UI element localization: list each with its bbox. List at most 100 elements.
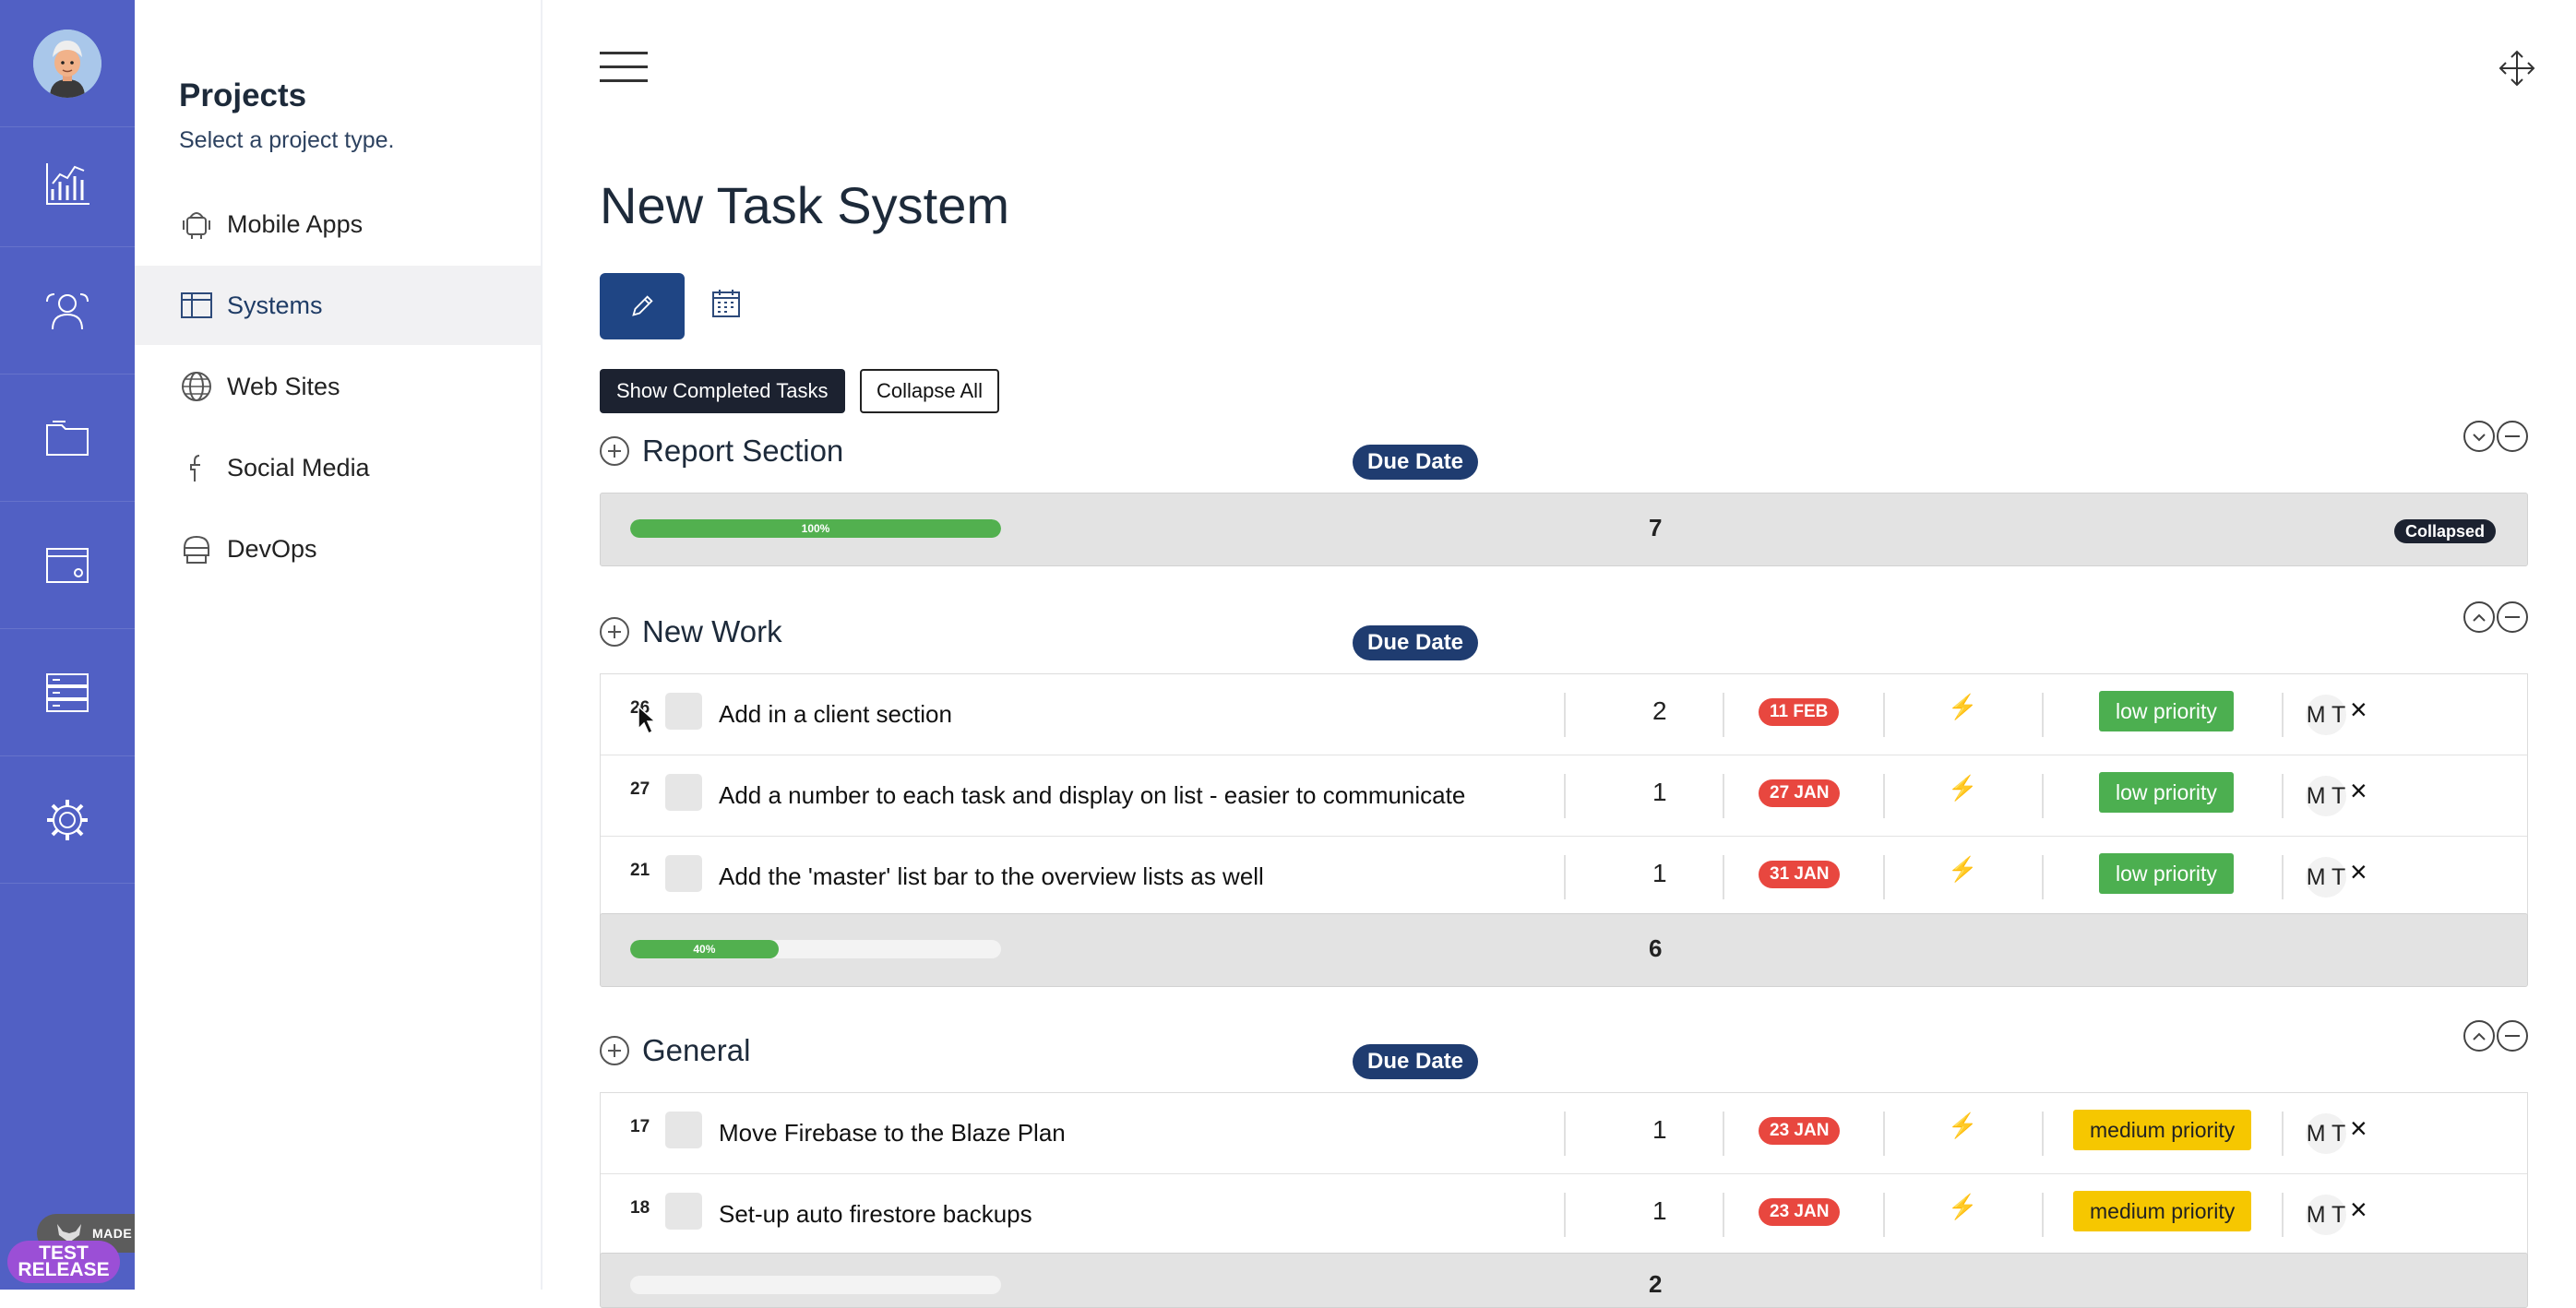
expand-icon[interactable] — [2463, 421, 2495, 452]
task-count: 2 — [1649, 1270, 1663, 1298]
task-row[interactable]: 21 Add the 'master' list bar to the over… — [601, 837, 2527, 918]
collapse-all-button[interactable]: Collapse All — [860, 369, 999, 413]
test-release-badge: TEST RELEASE — [7, 1241, 120, 1283]
task-checkbox[interactable] — [665, 774, 702, 811]
bolt-icon[interactable]: ⚡ — [1948, 1193, 1977, 1221]
assignee-avatar[interactable]: M T — [2306, 857, 2346, 898]
section-header: New Work — [600, 609, 782, 655]
due-date-badge[interactable]: Due Date — [1353, 445, 1479, 480]
task-name[interactable]: Move Firebase to the Blaze Plan — [719, 1119, 1066, 1147]
section-title: New Work — [642, 614, 782, 648]
minimize-icon[interactable] — [2497, 601, 2528, 633]
section-summary-bar[interactable]: 100% 7 Collapsed — [600, 493, 2528, 566]
collapse-icon[interactable] — [2463, 601, 2495, 633]
assignee-avatar[interactable]: M T — [2306, 695, 2346, 735]
project-devops[interactable]: DevOps — [135, 509, 541, 589]
show-completed-button[interactable]: Show Completed Tasks — [600, 369, 845, 413]
bolt-icon[interactable]: ⚡ — [1948, 774, 1977, 803]
icon-rail — [0, 0, 135, 1290]
menu-toggle-button[interactable] — [600, 52, 648, 83]
progress-fill: 100% — [630, 519, 1001, 538]
due-date-pill[interactable]: 31 JAN — [1759, 861, 1841, 888]
task-name[interactable]: Add the 'master' list bar to the overvie… — [719, 862, 1264, 891]
priority-badge[interactable]: medium priority — [2073, 1191, 2252, 1231]
edit-view-button[interactable] — [600, 273, 685, 339]
task-name[interactable]: Add a number to each task and display on… — [719, 781, 1465, 810]
team-icon — [46, 292, 89, 329]
task-row[interactable]: 26 Add in a client section 2 11 FEB ⚡ lo… — [601, 674, 2527, 755]
collapse-icon[interactable] — [2463, 1020, 2495, 1052]
task-checkbox[interactable] — [665, 693, 702, 730]
pencil-icon — [632, 295, 653, 316]
project-label: Social Media — [227, 453, 370, 482]
priority-badge[interactable]: low priority — [2099, 691, 2234, 731]
priority-badge[interactable]: low priority — [2099, 772, 2234, 813]
add-task-icon[interactable] — [600, 617, 629, 647]
minimize-icon[interactable] — [2497, 1020, 2528, 1052]
due-date-pill[interactable]: 23 JAN — [1759, 1117, 1841, 1145]
android-icon — [183, 212, 210, 239]
fullscreen-icon[interactable] — [2497, 48, 2537, 89]
remove-icon[interactable]: × — [2350, 1193, 2367, 1227]
section-header: Report Section — [600, 428, 843, 474]
section-title: Report Section — [642, 434, 844, 468]
project-social-media[interactable]: Social Media — [135, 428, 541, 507]
nav-analytics[interactable] — [0, 120, 135, 247]
calendar-icon[interactable] — [710, 288, 742, 319]
task-checkbox[interactable] — [665, 1112, 702, 1148]
bolt-icon[interactable]: ⚡ — [1948, 855, 1977, 884]
nav-settings[interactable] — [0, 756, 135, 884]
browser-icon — [46, 547, 89, 583]
project-systems[interactable]: Systems — [135, 266, 541, 345]
nav-team[interactable] — [0, 247, 135, 375]
task-row[interactable]: 17 Move Firebase to the Blaze Plan 1 23 … — [601, 1093, 2527, 1174]
avatar[interactable] — [33, 29, 101, 98]
due-date-pill[interactable]: 23 JAN — [1759, 1198, 1841, 1226]
priority-badge[interactable]: low priority — [2099, 853, 2234, 894]
page-title: New Task System — [600, 176, 1009, 234]
task-row[interactable]: 27 Add a number to each task and display… — [601, 755, 2527, 837]
priority-badge[interactable]: medium priority — [2073, 1110, 2252, 1150]
add-task-icon[interactable] — [600, 1036, 629, 1065]
due-date-pill[interactable]: 27 JAN — [1759, 779, 1841, 807]
due-date-badge[interactable]: Due Date — [1353, 1044, 1479, 1079]
subtask-count: 1 — [1652, 859, 1667, 887]
task-row[interactable]: 18 Set-up auto firestore backups 1 23 JA… — [601, 1174, 2527, 1255]
minimize-icon[interactable] — [2497, 421, 2528, 452]
collapsed-badge: Collapsed — [2393, 519, 2496, 543]
remove-icon[interactable]: × — [2350, 855, 2367, 889]
avatar-cell[interactable] — [0, 0, 135, 127]
section-summary-bar[interactable]: 2 — [600, 1253, 2528, 1308]
section-title: General — [642, 1033, 751, 1067]
hamburger-icon — [600, 52, 648, 54]
assignee-avatar[interactable]: M T — [2306, 1195, 2346, 1235]
task-checkbox[interactable] — [665, 1193, 702, 1230]
project-label: Mobile Apps — [227, 209, 364, 238]
bolt-icon[interactable]: ⚡ — [1948, 1112, 1977, 1140]
nav-server[interactable] — [0, 629, 135, 756]
section-summary-bar[interactable]: 40% 6 — [600, 913, 2528, 987]
bolt-icon[interactable]: ⚡ — [1948, 693, 1977, 721]
remove-icon[interactable]: × — [2350, 1112, 2367, 1146]
section-header: General — [600, 1028, 750, 1074]
assignee-avatar[interactable]: M T — [2306, 776, 2346, 816]
task-name[interactable]: Add in a client section — [719, 700, 952, 729]
nav-browser[interactable] — [0, 502, 135, 629]
task-name[interactable]: Set-up auto firestore backups — [719, 1200, 1032, 1229]
task-number: 17 — [630, 1117, 650, 1136]
remove-icon[interactable]: × — [2350, 774, 2367, 808]
add-task-icon[interactable] — [600, 436, 629, 466]
remove-icon[interactable]: × — [2350, 693, 2367, 727]
gear-icon — [47, 799, 88, 840]
project-web-sites[interactable]: Web Sites — [135, 347, 541, 426]
due-date-pill[interactable]: 11 FEB — [1759, 698, 1840, 726]
progress-bar — [630, 1276, 1001, 1294]
assignee-avatar[interactable]: M T — [2306, 1113, 2346, 1154]
folder-icon — [46, 420, 89, 456]
nav-folder[interactable] — [0, 375, 135, 502]
task-number: 27 — [630, 779, 650, 799]
task-number: 18 — [630, 1198, 650, 1218]
due-date-badge[interactable]: Due Date — [1353, 625, 1479, 660]
project-mobile-apps[interactable]: Mobile Apps — [135, 184, 541, 264]
task-checkbox[interactable] — [665, 855, 702, 892]
